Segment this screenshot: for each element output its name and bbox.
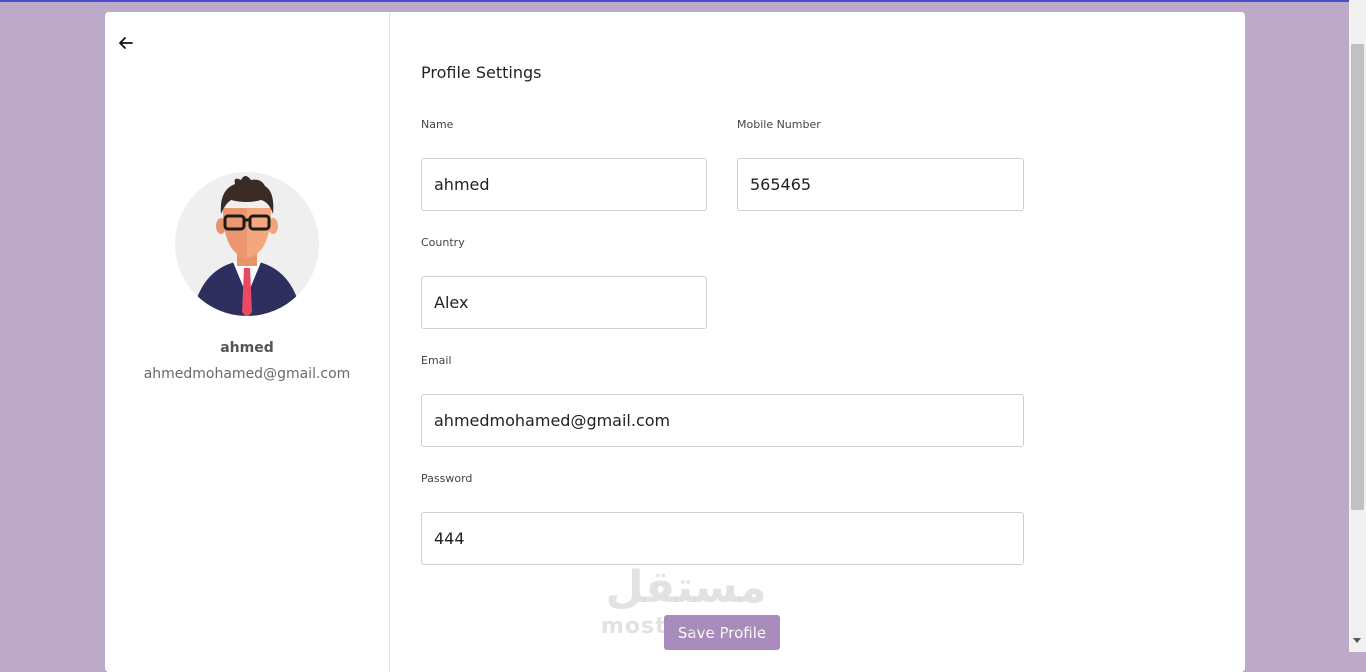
- scroll-thumb[interactable]: [1351, 44, 1364, 510]
- user-name: ahmed: [220, 340, 274, 356]
- email-label: Email: [421, 354, 452, 367]
- password-field[interactable]: [421, 512, 1024, 565]
- save-profile-button[interactable]: Save Profile: [664, 615, 780, 650]
- profile-card: ahmed ahmedmohamed@gmail.com Profile Set…: [105, 12, 1245, 672]
- top-border-line: [0, 0, 1366, 2]
- page-title: Profile Settings: [421, 63, 542, 82]
- country-label: Country: [421, 236, 465, 249]
- name-field[interactable]: [421, 158, 707, 211]
- scroll-down-icon[interactable]: [1353, 638, 1361, 643]
- mobile-label: Mobile Number: [737, 118, 821, 131]
- profile-sidebar: ahmed ahmedmohamed@gmail.com: [105, 12, 390, 672]
- country-field[interactable]: [421, 276, 707, 329]
- arrow-left-icon: [119, 37, 133, 49]
- name-label: Name: [421, 118, 454, 131]
- back-button[interactable]: [117, 34, 135, 52]
- email-field[interactable]: [421, 394, 1024, 447]
- user-email: ahmedmohamed@gmail.com: [143, 366, 351, 382]
- scrollbar[interactable]: [1349, 0, 1366, 652]
- watermark-arabic: مستقل: [605, 562, 767, 613]
- mobile-number-field[interactable]: [737, 158, 1024, 211]
- password-label: Password: [421, 472, 473, 485]
- avatar: [175, 172, 319, 316]
